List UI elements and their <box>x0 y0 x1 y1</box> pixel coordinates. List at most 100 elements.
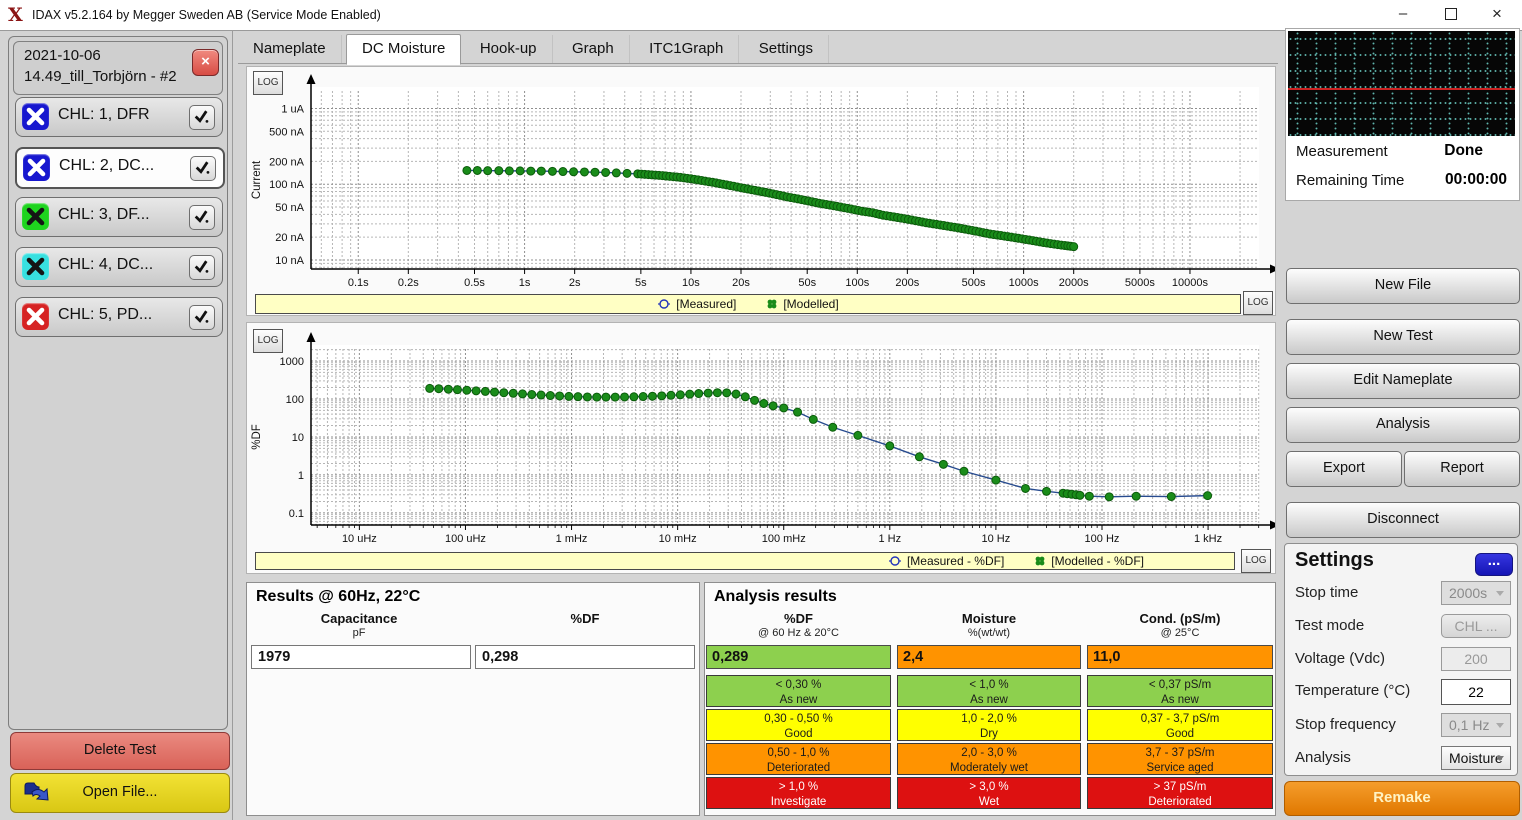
temperature-input[interactable]: 22 <box>1441 679 1511 705</box>
current-chart-panel: 0.1s0.2s0.5s1s2s5s10s20s50s100s200s500s1… <box>246 66 1276 316</box>
log-scale-button-y2[interactable]: LOG <box>253 329 283 353</box>
svg-text:2000s: 2000s <box>1059 277 1089 289</box>
report-button[interactable]: Report <box>1404 451 1520 487</box>
results-panel: Results @ 60Hz, 22°C Capacitance pF %DF … <box>246 582 700 816</box>
stop-frequency-select[interactable]: 0,1 Hz <box>1441 713 1511 737</box>
tab-graph[interactable]: Graph <box>557 35 630 63</box>
df-col-header: %DF <box>706 611 891 626</box>
disconnect-button[interactable]: Disconnect <box>1286 502 1520 538</box>
df-chart-panel: 10 uHz100 uHz1 mHz10 mHz100 mHz1 Hz10 Hz… <box>246 322 1276 574</box>
moisture-col-sub: %(wt/wt) <box>897 627 1081 639</box>
channel-label: CHL: 2, DC... <box>59 157 154 175</box>
maximize-icon <box>1445 8 1457 20</box>
channel-checkbox[interactable] <box>189 205 215 230</box>
svg-text:10000s: 10000s <box>1172 277 1209 289</box>
tab-dc-moisture[interactable]: DC Moisture <box>346 34 461 65</box>
sidebar-divider <box>232 30 233 820</box>
tab-itc1graph[interactable]: ITC1Graph <box>634 35 739 63</box>
open-file-button[interactable]: Open File... <box>10 773 230 813</box>
minimize-button[interactable]: – <box>1380 0 1426 30</box>
export-button[interactable]: Export <box>1286 451 1402 487</box>
maximize-button[interactable] <box>1428 0 1474 30</box>
svg-text:100s: 100s <box>845 277 869 289</box>
grade-cell: 1,0 - 2,0 %Dry <box>897 709 1081 741</box>
channel-checkbox[interactable] <box>189 305 215 330</box>
settings-panel: Settings ... Stop time 2000s Test mode C… <box>1284 543 1518 776</box>
moisture-col-header: Moisture <box>897 611 1081 626</box>
chart1-legend: [Measured] [Modelled] <box>255 294 1241 314</box>
analysis-mode-label: Analysis <box>1295 749 1351 766</box>
test-header[interactable]: 2021-10-06 14.49_till_Torbjörn - #2 × <box>13 41 223 95</box>
tab-nameplate[interactable]: Nameplate <box>238 35 342 63</box>
remake-button[interactable]: Remake <box>1284 781 1520 816</box>
svg-text:0.5s: 0.5s <box>464 277 485 289</box>
svg-text:0.2s: 0.2s <box>398 277 419 289</box>
chevron-down-icon <box>1496 591 1504 596</box>
channel-checkbox[interactable] <box>189 105 215 130</box>
grade-cell: 3,7 - 37 pS/mService aged <box>1087 743 1273 775</box>
log-scale-button-y1[interactable]: LOG <box>253 71 283 95</box>
channel-label: CHL: 3, DF... <box>58 206 150 224</box>
svg-text:0.1s: 0.1s <box>348 277 369 289</box>
test-name: 14.49_till_Torbjörn - #2 <box>24 68 177 85</box>
measured-marker-icon <box>888 555 902 567</box>
open-file-icon <box>23 780 51 806</box>
channel-x-icon <box>22 103 49 130</box>
edit-nameplate-button[interactable]: Edit Nameplate <box>1286 363 1520 399</box>
test-mode-label: Test mode <box>1295 617 1364 634</box>
svg-text:5s: 5s <box>635 277 647 289</box>
tab-hook-up[interactable]: Hook-up <box>465 35 553 63</box>
analysis-mode-select[interactable]: Moisture <box>1441 746 1511 770</box>
settings-title: Settings <box>1295 549 1374 572</box>
cond-col-header: Cond. (pS/m) <box>1087 611 1273 626</box>
chevron-down-icon <box>1496 756 1504 761</box>
new-file-button[interactable]: New File <box>1286 268 1520 304</box>
channel-x-icon <box>22 303 49 330</box>
log-scale-button-x2[interactable]: LOG <box>1241 549 1271 573</box>
delete-test-button[interactable]: Delete Test <box>10 732 230 770</box>
log-scale-button-x1[interactable]: LOG <box>1243 291 1273 315</box>
svg-text:10 Hz: 10 Hz <box>982 533 1011 545</box>
channel-row-1[interactable]: CHL: 1, DFR <box>15 97 223 137</box>
analysis-button[interactable]: Analysis <box>1286 407 1520 443</box>
svg-text:20 nA: 20 nA <box>275 232 304 244</box>
measurement-value: Done <box>1444 142 1483 160</box>
df-header: %DF <box>475 611 695 626</box>
svg-text:500s: 500s <box>962 277 986 289</box>
chart2-legend: [Measured - %DF] [Modelled - %DF] <box>255 552 1235 570</box>
channel-row-2[interactable]: CHL: 2, DC... <box>15 147 225 189</box>
channel-checkbox[interactable] <box>189 255 215 280</box>
stop-time-label: Stop time <box>1295 584 1358 601</box>
chevron-down-icon <box>1496 723 1504 728</box>
channel-row-5[interactable]: CHL: 5, PD... <box>15 297 223 337</box>
test-mode-button[interactable]: CHL ... <box>1441 614 1511 638</box>
svg-text:100 uHz: 100 uHz <box>445 533 486 545</box>
grade-cell: 0,50 - 1,0 %Deteriorated <box>706 743 891 775</box>
stop-time-select[interactable]: 2000s <box>1441 581 1511 605</box>
analysis-title: Analysis results <box>714 588 837 606</box>
test-sidebar: 2021-10-06 14.49_till_Torbjörn - #2 × CH… <box>8 36 228 730</box>
voltage-input[interactable]: 200 <box>1441 647 1511 671</box>
new-test-button[interactable]: New Test <box>1286 319 1520 355</box>
settings-more-button[interactable]: ... <box>1475 553 1513 576</box>
svg-text:2s: 2s <box>569 277 581 289</box>
svg-text:1 Hz: 1 Hz <box>878 533 901 545</box>
tab-settings[interactable]: Settings <box>744 35 829 63</box>
svg-text:%DF: %DF <box>251 424 263 450</box>
close-window-button[interactable]: × <box>1474 0 1520 30</box>
svg-text:100 mHz: 100 mHz <box>762 533 806 545</box>
legend-modelled-df: [Modelled - %DF] <box>1034 554 1144 568</box>
close-test-button[interactable]: × <box>192 49 219 76</box>
svg-text:200s: 200s <box>895 277 919 289</box>
channel-checkbox[interactable] <box>190 156 216 181</box>
channel-row-4[interactable]: CHL: 4, DC... <box>15 247 223 287</box>
moisture-analysis-value: 2,4 <box>897 645 1081 669</box>
svg-text:100 nA: 100 nA <box>269 179 305 191</box>
svg-text:1 uA: 1 uA <box>281 103 304 115</box>
svg-text:1 kHz: 1 kHz <box>1194 533 1222 545</box>
app-logo-icon: X <box>8 4 28 26</box>
grade-cell: > 37 pS/mDeteriorated <box>1087 777 1273 809</box>
stop-frequency-label: Stop frequency <box>1295 716 1396 733</box>
remaining-time-label: Remaining Time <box>1296 172 1404 189</box>
channel-row-3[interactable]: CHL: 3, DF... <box>15 197 223 237</box>
